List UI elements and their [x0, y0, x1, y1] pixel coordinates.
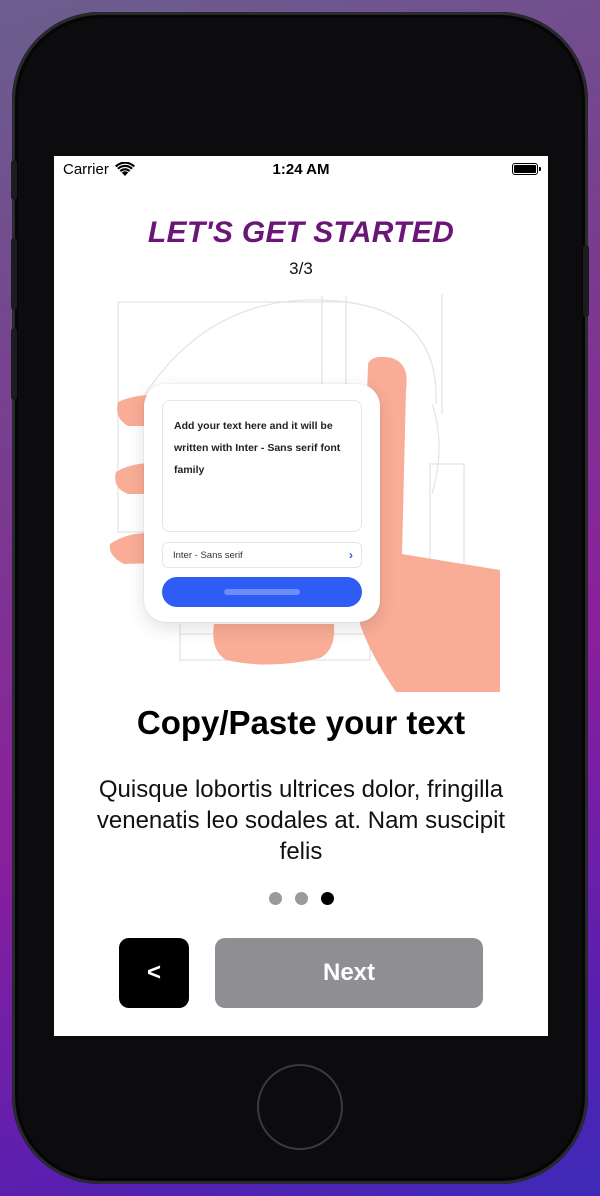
step-indicator: 3/3 — [289, 259, 313, 278]
clock: 1:24 AM — [272, 161, 330, 178]
app-screen: Carrier 1:24 AM LET'S GET STARTED 3/3 Ad… — [54, 156, 548, 1036]
next-button[interactable]: Next — [215, 938, 483, 1008]
page-dot-2 — [294, 892, 308, 905]
home-button[interactable] — [257, 1064, 343, 1150]
status-bar: Carrier 1:24 AM — [54, 156, 548, 184]
mute-switch — [11, 160, 17, 200]
font-family-select: Inter - Sans serif › — [162, 542, 362, 568]
back-button[interactable]: < — [119, 938, 189, 1008]
page-dot-1 — [268, 892, 282, 905]
card-submit-button — [162, 577, 362, 607]
font-family-label: Inter - Sans serif — [173, 549, 243, 561]
volume-down-button — [11, 328, 17, 400]
page-dot-3 — [320, 892, 334, 905]
volume-up-button — [11, 238, 17, 310]
page-title: Copy/Paste your text — [136, 704, 466, 741]
page-description: Quisque lobortis ultrices dolor, fringil… — [96, 776, 506, 865]
battery-icon — [512, 163, 541, 175]
chevron-right-icon: › — [349, 548, 353, 562]
battery-level — [514, 165, 536, 173]
card-button-label-placeholder — [224, 589, 300, 595]
onboarding-headline: LET'S GET STARTED — [147, 216, 455, 249]
power-button — [583, 245, 589, 317]
card-text-area: Add your text here and it will be writte… — [162, 400, 362, 532]
page-indicator — [54, 892, 548, 905]
